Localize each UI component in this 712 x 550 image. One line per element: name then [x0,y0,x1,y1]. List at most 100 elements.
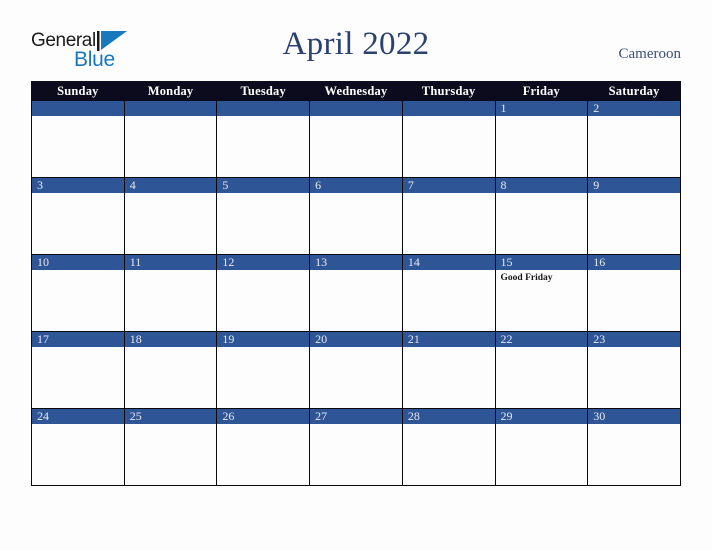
day-number: 18 [125,332,216,347]
day-number: 30 [588,409,680,424]
day-cell-empty[interactable] [31,100,125,178]
day-cell-content: 13 [310,255,402,331]
day-number [217,101,309,116]
day-number: 2 [588,101,680,116]
day-events [589,116,680,118]
day-cell-content: 19 [217,332,309,408]
day-events: Good Friday [496,270,587,284]
day-cell-10[interactable]: 10 [31,254,125,332]
day-cell-content: 9 [588,178,680,254]
day-events [125,270,216,272]
day-cell-7[interactable]: 7 [401,177,496,255]
day-cell-content: 25 [125,409,216,485]
day-events [218,193,309,195]
day-events [403,193,494,195]
day-events [403,270,494,272]
day-number [310,101,402,116]
day-cell-22[interactable]: 22 [494,331,589,409]
day-events [311,193,402,195]
calendar-header-row-group: Sunday Monday Tuesday Wednesday Thursday Frid… [31,81,681,101]
day-events [589,424,680,426]
day-cell-30[interactable]: 30 [587,408,681,486]
day-cell-content [32,101,124,177]
day-cell-11[interactable]: 11 [123,254,218,332]
day-cell-12[interactable]: 12 [216,254,311,332]
day-number: 23 [588,332,680,347]
day-cell-18[interactable]: 18 [123,331,218,409]
day-events [403,424,494,426]
weekday-header-thursday: Thursday [401,81,496,101]
day-cell-13[interactable]: 13 [309,254,403,332]
day-events [125,424,216,426]
day-cell-25[interactable]: 25 [123,408,218,486]
day-cell-16[interactable]: 16 [587,254,681,332]
day-events [125,193,216,195]
day-events [32,347,123,349]
day-cell-21[interactable]: 21 [401,331,496,409]
day-events [589,193,680,195]
day-cell-29[interactable]: 29 [494,408,589,486]
day-events [496,347,587,349]
day-cell-23[interactable]: 23 [587,331,681,409]
day-cell-14[interactable]: 14 [401,254,496,332]
day-cell-content: 10 [32,255,124,331]
day-number: 11 [125,255,216,270]
day-cell-content: 1 [496,101,587,177]
day-cell-content: 26 [217,409,309,485]
day-cell-3[interactable]: 3 [31,177,125,255]
day-cell-1[interactable]: 1 [494,100,589,178]
day-cell-empty[interactable] [216,100,311,178]
day-number: 14 [403,255,495,270]
day-events [403,347,494,349]
day-cell-20[interactable]: 20 [309,331,403,409]
day-number [125,101,216,116]
day-number: 17 [32,332,124,347]
holiday-label: Good Friday [500,273,553,283]
day-cell-content: 22 [496,332,587,408]
day-number: 19 [217,332,309,347]
month-calendar-grid: Sunday Monday Tuesday Wednesday Thursday Frid… [31,81,681,486]
weekday-header-saturday: Saturday [587,81,681,101]
day-events [218,270,309,272]
day-number: 24 [32,409,124,424]
day-events [32,424,123,426]
day-cell-content: 3 [32,178,124,254]
day-number: 20 [310,332,402,347]
day-cell-content: 7 [403,178,495,254]
day-cell-empty[interactable] [309,100,403,178]
day-cell-content: 2 [588,101,680,177]
day-events [218,424,309,426]
day-cell-empty[interactable] [401,100,496,178]
day-cell-4[interactable]: 4 [123,177,218,255]
day-cell-content: 30 [588,409,680,485]
weekday-header-tuesday: Tuesday [216,81,311,101]
day-cell-27[interactable]: 27 [309,408,403,486]
calendar-week-row: 17 18 19 20 21 22 23 [31,331,681,409]
day-number: 13 [310,255,402,270]
calendar-page: General Blue April 2022 Cameroon Sunday M… [0,0,712,550]
day-number: 25 [125,409,216,424]
day-cell-17[interactable]: 17 [31,331,125,409]
day-events [218,347,309,349]
day-cell-24[interactable]: 24 [31,408,125,486]
day-events [311,116,402,118]
day-number: 28 [403,409,495,424]
day-cell-15[interactable]: 15 Good Friday [494,254,589,332]
day-cell-6[interactable]: 6 [309,177,403,255]
day-cell-content: 15 Good Friday [496,255,587,331]
day-cell-8[interactable]: 8 [494,177,589,255]
day-number: 1 [496,101,587,116]
day-cell-28[interactable]: 28 [401,408,496,486]
day-number [403,101,495,116]
day-cell-empty[interactable] [123,100,218,178]
day-cell-content: 5 [217,178,309,254]
day-number: 27 [310,409,402,424]
day-cell-2[interactable]: 2 [587,100,681,178]
day-cell-content: 6 [310,178,402,254]
day-cell-5[interactable]: 5 [216,177,311,255]
day-number: 29 [496,409,587,424]
day-cell-content [125,101,216,177]
day-cell-19[interactable]: 19 [216,331,311,409]
day-cell-9[interactable]: 9 [587,177,681,255]
day-cell-26[interactable]: 26 [216,408,311,486]
